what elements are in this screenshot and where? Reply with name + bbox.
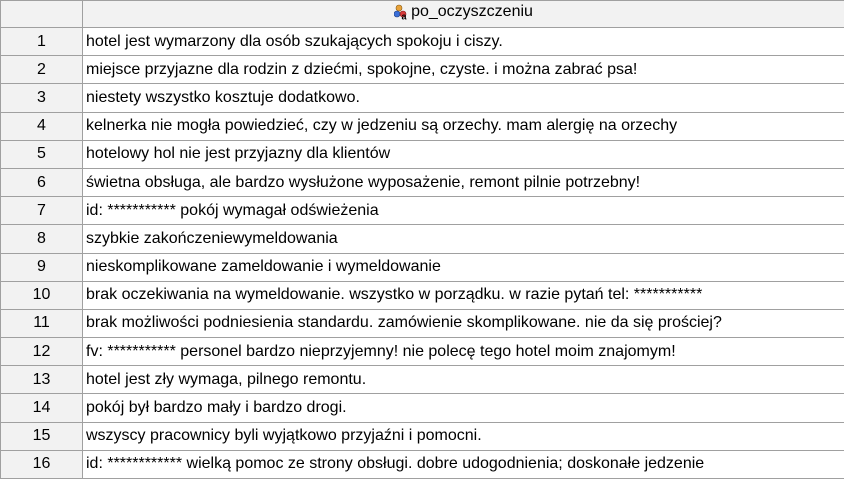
table-row: 12 fv: *********** personel bardzo nieprz… bbox=[0, 337, 844, 367]
row-number-header[interactable]: 1 bbox=[0, 26, 83, 57]
row-number-header[interactable]: 13 bbox=[0, 365, 83, 395]
data-cell[interactable]: pokój był bardzo mały i bardzo drogi. bbox=[82, 393, 844, 423]
data-cell[interactable]: hotel jest zły wymaga, pilnego remontu. bbox=[82, 365, 844, 395]
row-number-header[interactable]: 10 bbox=[0, 280, 83, 310]
row-number-header[interactable]: 5 bbox=[0, 139, 83, 169]
data-cell[interactable]: miejsce przyjazne dla rodzin z dziećmi, … bbox=[82, 55, 844, 85]
table-row: 11 brak możliwości podniesienia standardu… bbox=[0, 308, 844, 339]
table-row: 14 pokój był bardzo mały i bardzo drogi. bbox=[0, 393, 844, 423]
row-number-header[interactable]: 3 bbox=[0, 83, 83, 113]
table-row: 2 miejsce przyjazne dla rodzin z dziećmi,… bbox=[0, 55, 844, 85]
table-row: 9 nieskomplikowane zameldowanie i wymeldo… bbox=[0, 252, 844, 282]
nominal-variable-icon: a bbox=[394, 4, 408, 20]
data-cell[interactable]: świetna obsługa, ale bardzo wysłużone wy… bbox=[82, 167, 844, 198]
column-header-po-oczyszczeniu[interactable]: a po_oczyszczeniu bbox=[82, 0, 844, 28]
data-cell[interactable]: hotelowy hol nie jest przyjazny dla klie… bbox=[82, 139, 844, 169]
data-cell[interactable]: nieskomplikowane zameldowanie i wymeldow… bbox=[82, 252, 844, 282]
data-cell[interactable]: id: ************ wielką pomoc ze strony … bbox=[82, 449, 844, 479]
row-number-header[interactable]: 9 bbox=[0, 252, 83, 282]
column-header-label: po_oczyszczeniu bbox=[411, 3, 533, 20]
table-row: 16 id: ************ wielką pomoc ze stron… bbox=[0, 449, 844, 479]
table-row: 3 niestety wszystko kosztuje dodatkowo. bbox=[0, 83, 844, 113]
data-cell[interactable]: kelnerka nie mogła powiedzieć, czy w jed… bbox=[82, 111, 844, 141]
svg-text:a: a bbox=[402, 12, 408, 21]
row-number-header[interactable]: 2 bbox=[0, 55, 83, 85]
table-row: 8 szybkie zakończeniewymeldowania bbox=[0, 224, 844, 254]
data-cell[interactable]: id: *********** pokój wymagał odświeżeni… bbox=[82, 196, 844, 226]
table-row: 13 hotel jest zły wymaga, pilnego remontu… bbox=[0, 365, 844, 395]
row-number-header[interactable]: 4 bbox=[0, 111, 83, 141]
row-number-header[interactable]: 11 bbox=[0, 308, 83, 339]
row-number-header[interactable]: 15 bbox=[0, 421, 83, 451]
data-cell[interactable]: brak możliwości podniesienia standardu. … bbox=[82, 308, 844, 339]
table-row: 7 id: *********** pokój wymagał odświeżen… bbox=[0, 196, 844, 226]
row-number-header[interactable]: 14 bbox=[0, 393, 83, 423]
data-cell[interactable]: hotel jest wymarzony dla osób szukającyc… bbox=[82, 26, 844, 57]
table-row: 6 świetna obsługa, ale bardzo wysłużone w… bbox=[0, 167, 844, 198]
table-row: 1 hotel jest wymarzony dla osób szukający… bbox=[0, 26, 844, 57]
table-row: 4 kelnerka nie mogła powiedzieć, czy w je… bbox=[0, 111, 844, 141]
data-cell[interactable]: niestety wszystko kosztuje dodatkowo. bbox=[82, 83, 844, 113]
table-row: 15 wszyscy pracownicy byli wyjątkowo przy… bbox=[0, 421, 844, 451]
row-number-header[interactable]: 16 bbox=[0, 449, 83, 479]
data-cell[interactable]: fv: *********** personel bardzo nieprzyj… bbox=[82, 337, 844, 367]
data-grid: a po_oczyszczeniu 1 hotel jest wymarzony … bbox=[0, 0, 844, 479]
corner-cell[interactable] bbox=[0, 0, 83, 28]
row-number-header[interactable]: 12 bbox=[0, 337, 83, 367]
row-number-header[interactable]: 6 bbox=[0, 167, 83, 198]
data-cell[interactable]: brak oczekiwania na wymeldowanie. wszyst… bbox=[82, 280, 844, 310]
row-number-header[interactable]: 7 bbox=[0, 196, 83, 226]
data-cell[interactable]: szybkie zakończeniewymeldowania bbox=[82, 224, 844, 254]
table-row: 10 brak oczekiwania na wymeldowanie. wszy… bbox=[0, 280, 844, 310]
header-row: a po_oczyszczeniu bbox=[0, 0, 844, 28]
table-row: 5 hotelowy hol nie jest przyjazny dla kli… bbox=[0, 139, 844, 169]
data-cell[interactable]: wszyscy pracownicy byli wyjątkowo przyja… bbox=[82, 421, 844, 451]
row-number-header[interactable]: 8 bbox=[0, 224, 83, 254]
